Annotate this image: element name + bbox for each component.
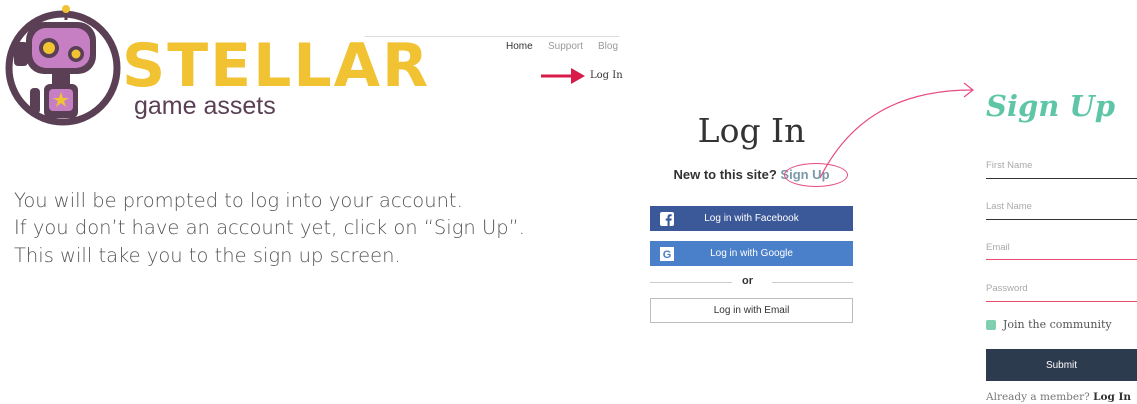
instruction-line: This will take you to the sign up screen…: [14, 243, 401, 267]
nav-divider: [365, 36, 619, 37]
email-login-label: Log in with Email: [713, 305, 790, 316]
instruction-line: If you don’t have an account yet, click …: [14, 216, 525, 240]
password-field[interactable]: Password: [986, 283, 1137, 294]
email-underline: [986, 259, 1137, 260]
email-login-button[interactable]: Log in with Email: [650, 298, 853, 323]
nav-home-link[interactable]: Home: [506, 41, 533, 52]
brand-subtitle: game assets: [134, 92, 276, 120]
google-login-label: Log in with Google: [710, 248, 793, 259]
login-link[interactable]: Log In: [1093, 391, 1131, 403]
join-community-checkbox[interactable]: [986, 320, 996, 330]
curved-arrow-icon: [820, 82, 974, 179]
brand-title: STELLAR: [122, 31, 431, 101]
or-divider-left: [650, 282, 732, 283]
nav-blog-link[interactable]: Blog: [598, 41, 618, 52]
first-name-field[interactable]: First Name: [986, 160, 1137, 171]
new-to-site-label: New to this site?: [673, 167, 777, 182]
last-name-field[interactable]: Last Name: [986, 201, 1137, 212]
nav-login-link[interactable]: Log In: [590, 70, 623, 81]
google-icon: G: [659, 246, 675, 262]
submit-button[interactable]: Submit: [986, 349, 1137, 381]
facebook-login-button[interactable]: Log in with Facebook: [650, 206, 853, 231]
google-login-button[interactable]: G Log in with Google: [650, 241, 853, 266]
already-member: Already a member? Log In: [986, 391, 1131, 403]
facebook-icon: [659, 211, 675, 227]
robot-logo-icon: [5, 5, 121, 126]
red-arrow-icon: [541, 68, 585, 84]
svg-text:G: G: [663, 249, 672, 261]
signup-title: Sign Up: [986, 89, 1115, 123]
or-separator: or: [742, 275, 753, 287]
first-name-underline: [986, 178, 1137, 179]
join-community-label: Join the community: [1003, 318, 1112, 331]
facebook-login-label: Log in with Facebook: [704, 213, 799, 224]
password-underline: [986, 301, 1137, 302]
or-divider-right: [772, 282, 853, 283]
nav-support-link[interactable]: Support: [548, 41, 583, 52]
email-field[interactable]: Email: [986, 242, 1137, 253]
last-name-underline: [986, 219, 1137, 220]
instruction-line: You will be prompted to log into your ac…: [14, 189, 463, 212]
already-member-label: Already a member?: [986, 391, 1090, 403]
instructions: You will be prompted to log into your ac…: [14, 187, 525, 269]
